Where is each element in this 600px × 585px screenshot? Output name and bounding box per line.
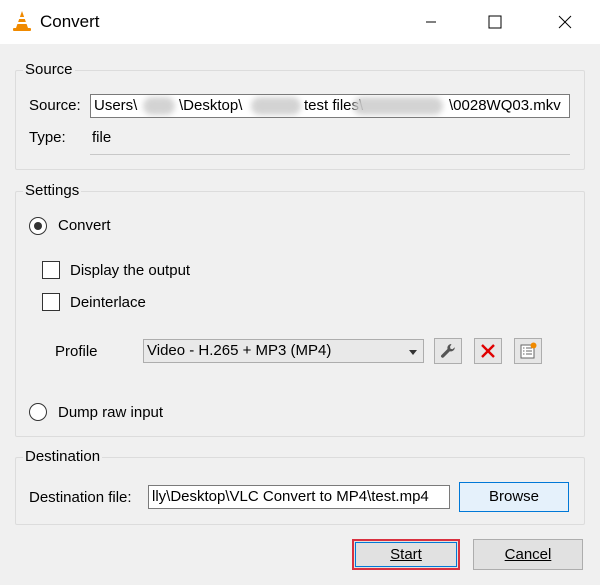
display-output-checkbox[interactable] bbox=[42, 261, 60, 279]
profile-select-value: Video - H.265 + MP3 (MP4) bbox=[147, 342, 332, 359]
source-separator bbox=[90, 154, 570, 155]
redaction-blur bbox=[251, 97, 301, 115]
type-value: file bbox=[92, 129, 112, 146]
delete-x-icon bbox=[481, 344, 495, 358]
source-group bbox=[15, 70, 585, 170]
title-bar: Convert bbox=[0, 0, 600, 44]
edit-profile-button[interactable] bbox=[434, 338, 462, 364]
source-label: Source: bbox=[29, 97, 81, 114]
dump-raw-label: Dump raw input bbox=[58, 404, 164, 421]
wrench-icon bbox=[441, 343, 455, 358]
cancel-button[interactable]: Cancel bbox=[473, 539, 583, 570]
destination-file-value: lly\Desktop\VLC Convert to MP4\test.mp4 bbox=[152, 488, 429, 505]
destination-group-title: Destination bbox=[23, 448, 103, 465]
settings-group-title: Settings bbox=[23, 182, 82, 199]
deinterlace-label: Deinterlace bbox=[70, 294, 146, 311]
source-path-part: \0028WQ03.mkv bbox=[449, 97, 561, 114]
profile-label: Profile bbox=[55, 343, 98, 360]
type-label: Type: bbox=[29, 129, 66, 146]
redaction-blur bbox=[143, 97, 175, 115]
source-path-part: Users\ bbox=[94, 97, 138, 114]
redaction-blur bbox=[353, 97, 443, 115]
close-icon bbox=[558, 15, 572, 29]
delete-profile-button[interactable] bbox=[474, 338, 502, 364]
destination-file-label: Destination file: bbox=[29, 489, 132, 506]
convert-label: Convert bbox=[58, 217, 111, 234]
maximize-icon bbox=[488, 15, 502, 29]
destination-file-field[interactable]: lly\Desktop\VLC Convert to MP4\test.mp4 bbox=[148, 485, 450, 509]
browse-button-label: Browse bbox=[488, 488, 540, 505]
new-profile-icon bbox=[520, 342, 537, 359]
source-path-part: \Desktop\ bbox=[179, 97, 243, 114]
browse-button[interactable]: Browse bbox=[459, 482, 569, 512]
dump-raw-radio[interactable] bbox=[29, 403, 47, 421]
maximize-button[interactable] bbox=[472, 0, 518, 44]
source-group-title: Source bbox=[23, 61, 75, 78]
deinterlace-checkbox[interactable] bbox=[42, 293, 60, 311]
start-button[interactable]: Start bbox=[352, 539, 460, 570]
start-button-label: Start bbox=[390, 546, 422, 563]
chevron-down-icon bbox=[409, 350, 417, 355]
close-button[interactable] bbox=[542, 0, 588, 44]
minimize-button[interactable] bbox=[408, 0, 454, 44]
source-path-field[interactable]: Users\ \Desktop\ test files\ \0028WQ03.m… bbox=[90, 94, 570, 118]
convert-radio[interactable] bbox=[29, 217, 47, 235]
profile-select[interactable]: Video - H.265 + MP3 (MP4) bbox=[143, 339, 424, 363]
new-profile-button[interactable] bbox=[514, 338, 542, 364]
minimize-icon bbox=[426, 21, 436, 23]
display-output-label: Display the output bbox=[70, 262, 191, 279]
vlc-cone-icon bbox=[13, 11, 31, 31]
window-title: Convert bbox=[40, 12, 100, 31]
cancel-button-label: Cancel bbox=[504, 546, 552, 563]
